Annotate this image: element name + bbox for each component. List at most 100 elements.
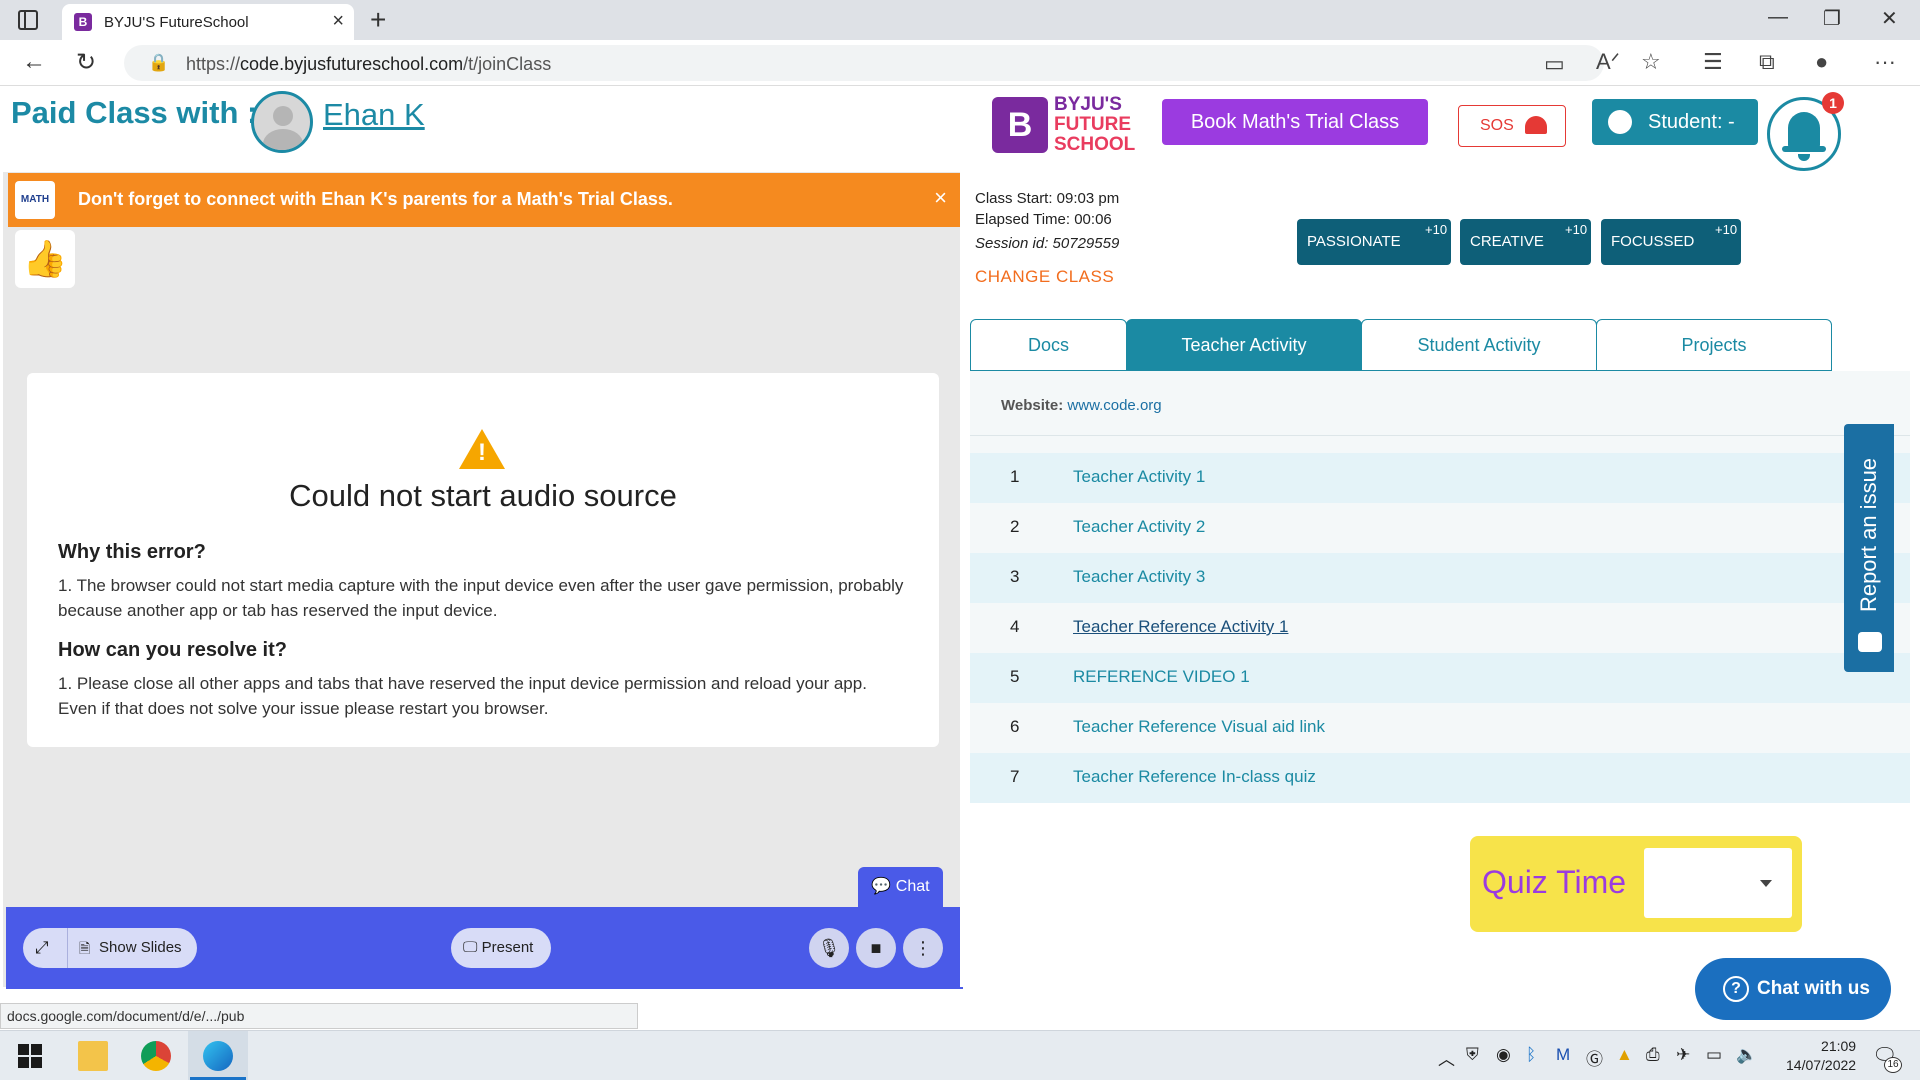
system-clock[interactable]: 21:09 14/07/2022 xyxy=(1786,1037,1856,1075)
activity-row[interactable]: 5 REFERENCE VIDEO 1 xyxy=(970,653,1910,703)
profile-icon[interactable]: ● xyxy=(1815,49,1828,75)
activity-row[interactable]: 7 Teacher Reference In-class quiz xyxy=(970,753,1910,803)
clock-date: 14/07/2022 xyxy=(1786,1057,1857,1073)
report-issue-label: Report an issue xyxy=(1856,457,1881,613)
file-explorer-icon[interactable] xyxy=(78,1041,108,1071)
meet-now-icon[interactable]: ⎙ xyxy=(1646,1045,1660,1065)
chevron-up-icon[interactable]: ︿ xyxy=(1438,1045,1455,1070)
book-trial-button[interactable]: Book Math's Trial Class xyxy=(1162,99,1428,145)
creative-badge-button[interactable]: CREATIVE +10 xyxy=(1460,219,1591,265)
url-field[interactable]: 🔒 https://code.byjusfutureschool.com/t/j… xyxy=(124,45,1604,81)
page: Paid Class with : Ehan K MATH Don't forg… xyxy=(0,87,1920,1071)
activity-number: 2 xyxy=(1010,517,1020,536)
activity-row[interactable]: 4 Teacher Reference Activity 1 xyxy=(970,603,1910,653)
document-icon: 🗎 xyxy=(79,940,91,956)
tab-actions-icon[interactable] xyxy=(18,10,38,30)
camera-icon[interactable]: ▭ xyxy=(1544,51,1565,77)
class-header: Paid Class with : Ehan K xyxy=(3,87,963,172)
security-icon[interactable]: ⛨ xyxy=(1466,1045,1479,1065)
chrome-icon[interactable] xyxy=(141,1041,171,1071)
activity-link[interactable]: Teacher Reference Visual aid link xyxy=(1073,717,1325,737)
present-button[interactable]: 🖵 Present xyxy=(451,928,551,968)
chat-bubble-icon: 💬 xyxy=(871,878,896,895)
lock-icon[interactable]: 🔒 xyxy=(148,53,169,73)
activity-link[interactable]: Teacher Reference In-class quiz xyxy=(1073,767,1316,787)
tab-student-activity[interactable]: Student Activity xyxy=(1361,319,1597,371)
meeting-control-bar: ⤢ 🗎 Show Slides 🖵 Present 🎙 ■ ⋮ xyxy=(6,907,963,989)
paid-class-label: Paid Class with : xyxy=(11,95,258,130)
video-camera-icon[interactable]: ■ xyxy=(856,928,896,968)
activity-row[interactable]: 1 Teacher Activity 1 xyxy=(970,453,1910,503)
monitor-icon: 🖵 xyxy=(463,939,482,956)
grammarly-icon[interactable]: Ⓖ xyxy=(1586,1045,1603,1070)
volume-icon[interactable]: 🔈 xyxy=(1736,1045,1757,1065)
bell-icon xyxy=(1788,112,1820,148)
badge-points: +10 xyxy=(1425,222,1448,237)
report-issue-button[interactable]: Report an issue xyxy=(1844,424,1894,672)
tray-shield-icon[interactable]: ▲ xyxy=(1616,1045,1633,1065)
minimize-icon[interactable]: — xyxy=(1768,6,1788,29)
activity-link[interactable]: Teacher Activity 1 xyxy=(1073,467,1205,487)
tab-close-icon[interactable]: × xyxy=(332,10,344,33)
show-slides-button[interactable]: Show Slides xyxy=(99,928,182,968)
website-link[interactable]: www.code.org xyxy=(1067,397,1161,414)
activity-number: 1 xyxy=(1010,467,1020,486)
logo-text: BYJU'S FUTURE SCHOOL xyxy=(1054,95,1164,155)
activity-link[interactable]: Teacher Reference Activity 1 xyxy=(1073,617,1288,637)
edge-icon[interactable] xyxy=(203,1041,233,1071)
passionate-badge-button[interactable]: PASSIONATE +10 xyxy=(1297,219,1451,265)
browser-tab[interactable]: B BYJU'S FutureSchool × xyxy=(62,4,354,40)
quiz-select[interactable] xyxy=(1644,848,1792,918)
bluetooth-icon[interactable]: ᛒ xyxy=(1526,1045,1536,1065)
more-icon[interactable]: ··· xyxy=(1874,49,1896,75)
malwarebytes-icon[interactable]: M xyxy=(1556,1045,1570,1065)
url-host: code.byjusfutureschool.com xyxy=(240,54,464,74)
math-badge-icon: MATH xyxy=(15,181,55,219)
banner-close-icon[interactable]: × xyxy=(934,185,947,211)
read-aloud-icon[interactable]: Aᐟ xyxy=(1596,49,1620,75)
activity-row[interactable]: 6 Teacher Reference Visual aid link xyxy=(970,703,1910,753)
collections-icon[interactable]: ⧉ xyxy=(1759,49,1775,75)
chat-button[interactable]: 💬 Chat xyxy=(858,867,943,907)
notification-count-badge: 16 xyxy=(1884,1057,1902,1073)
student-icon xyxy=(1608,110,1632,134)
tab-teacher-activity[interactable]: Teacher Activity xyxy=(1126,319,1362,371)
chat-with-us-button[interactable]: ? Chat with us xyxy=(1695,958,1891,1020)
favorites-icon[interactable]: ☰ xyxy=(1703,49,1723,75)
logo-line-1: BYJU'S xyxy=(1054,94,1122,115)
sos-button[interactable]: SOS xyxy=(1458,105,1566,147)
tab-projects[interactable]: Projects xyxy=(1596,319,1832,371)
tray-app-icon[interactable]: ◉ xyxy=(1496,1045,1511,1065)
resolve-text: 1. Please close all other apps and tabs … xyxy=(58,674,867,718)
expand-icon[interactable]: ⤢ xyxy=(35,928,49,968)
activity-link[interactable]: REFERENCE VIDEO 1 xyxy=(1073,667,1250,687)
airplane-icon[interactable]: ✈ xyxy=(1676,1045,1690,1065)
add-favorite-icon[interactable]: ☆ xyxy=(1641,49,1661,75)
activity-row[interactable]: 3 Teacher Activity 3 xyxy=(970,553,1910,603)
focussed-badge-button[interactable]: FOCUSSED +10 xyxy=(1601,219,1741,265)
new-tab-button[interactable]: + xyxy=(370,4,386,36)
windows-start-icon[interactable] xyxy=(16,1041,46,1071)
divider xyxy=(67,928,68,968)
change-class-link[interactable]: CHANGE CLASS xyxy=(975,267,1114,287)
back-icon[interactable]: ← xyxy=(22,48,46,76)
website-info: Website: www.code.org xyxy=(1001,397,1162,414)
student-label: Student: - xyxy=(1648,111,1735,133)
siren-icon xyxy=(1525,116,1547,134)
maximize-icon[interactable]: ❐ xyxy=(1823,6,1841,31)
activity-row[interactable]: 2 Teacher Activity 2 xyxy=(970,503,1910,553)
tab-docs[interactable]: Docs xyxy=(970,319,1127,371)
activity-link[interactable]: Teacher Activity 2 xyxy=(1073,517,1205,537)
chat-label: Chat xyxy=(895,878,930,895)
thumbs-up-icon[interactable]: 👍 xyxy=(15,230,75,288)
battery-icon[interactable]: ▭ xyxy=(1706,1045,1722,1065)
more-options-icon[interactable]: ⋮ xyxy=(903,928,943,968)
notifications-button[interactable]: 1 xyxy=(1767,92,1844,171)
reload-icon[interactable]: ↻ xyxy=(76,48,96,77)
student-name-link[interactable]: Ehan K xyxy=(323,97,425,133)
class-start: Class Start: 09:03 pm xyxy=(975,190,1120,207)
student-button[interactable]: Student: - xyxy=(1592,99,1758,145)
mic-icon[interactable]: 🎙 xyxy=(809,928,849,968)
window-close-icon[interactable]: ✕ xyxy=(1881,6,1898,31)
activity-link[interactable]: Teacher Activity 3 xyxy=(1073,567,1205,587)
